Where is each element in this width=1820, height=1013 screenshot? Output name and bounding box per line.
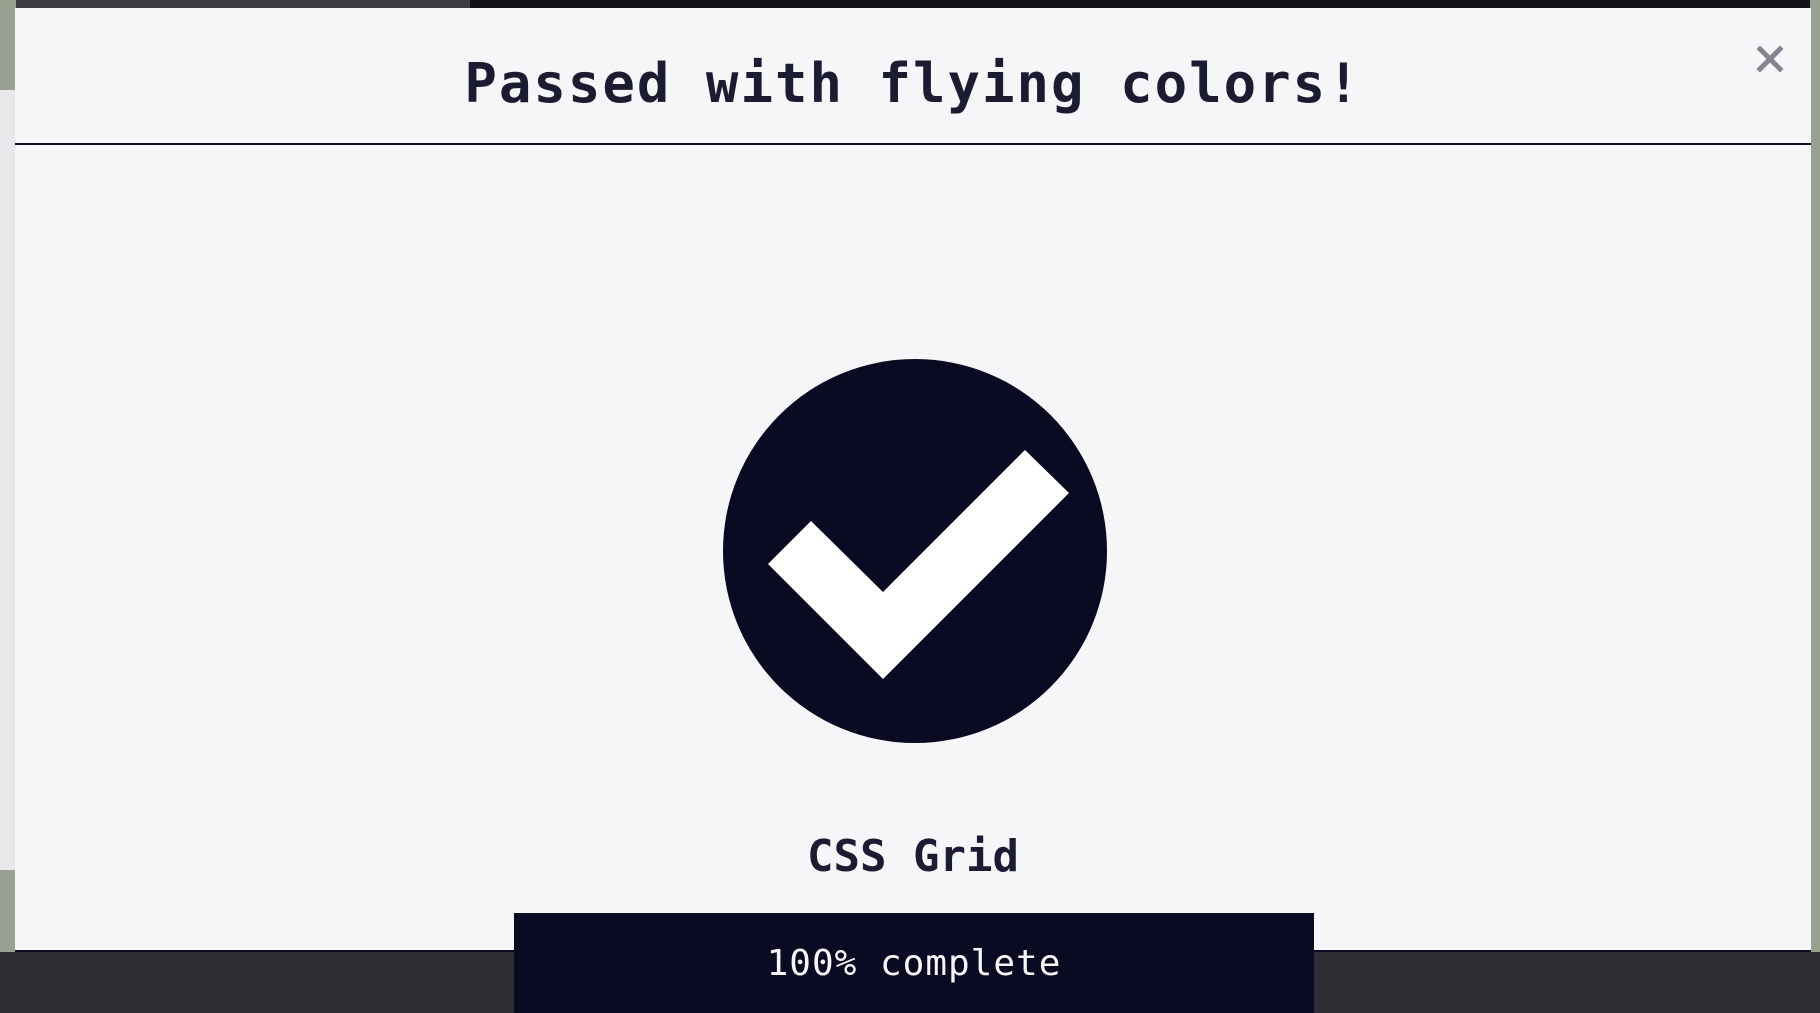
close-icon (1756, 45, 1784, 73)
modal-title: Passed with flying colors! (464, 52, 1362, 115)
backdrop-right-edge (1810, 0, 1820, 952)
progress-label: 100% complete (766, 942, 1062, 984)
modal-body: CSS Grid 100% complete (15, 145, 1811, 1013)
progress-bar: 100% complete (514, 913, 1314, 1013)
modal-header: Passed with flying colors! (15, 8, 1811, 145)
close-button[interactable] (1747, 36, 1793, 82)
completion-modal: Passed with flying colors! CSS Grid 100%… (15, 8, 1811, 1013)
course-title: CSS Grid (807, 831, 1019, 882)
check-circle-icon (723, 359, 1107, 743)
backdrop-top-bar (470, 0, 1820, 8)
backdrop-left-panel (0, 90, 16, 870)
